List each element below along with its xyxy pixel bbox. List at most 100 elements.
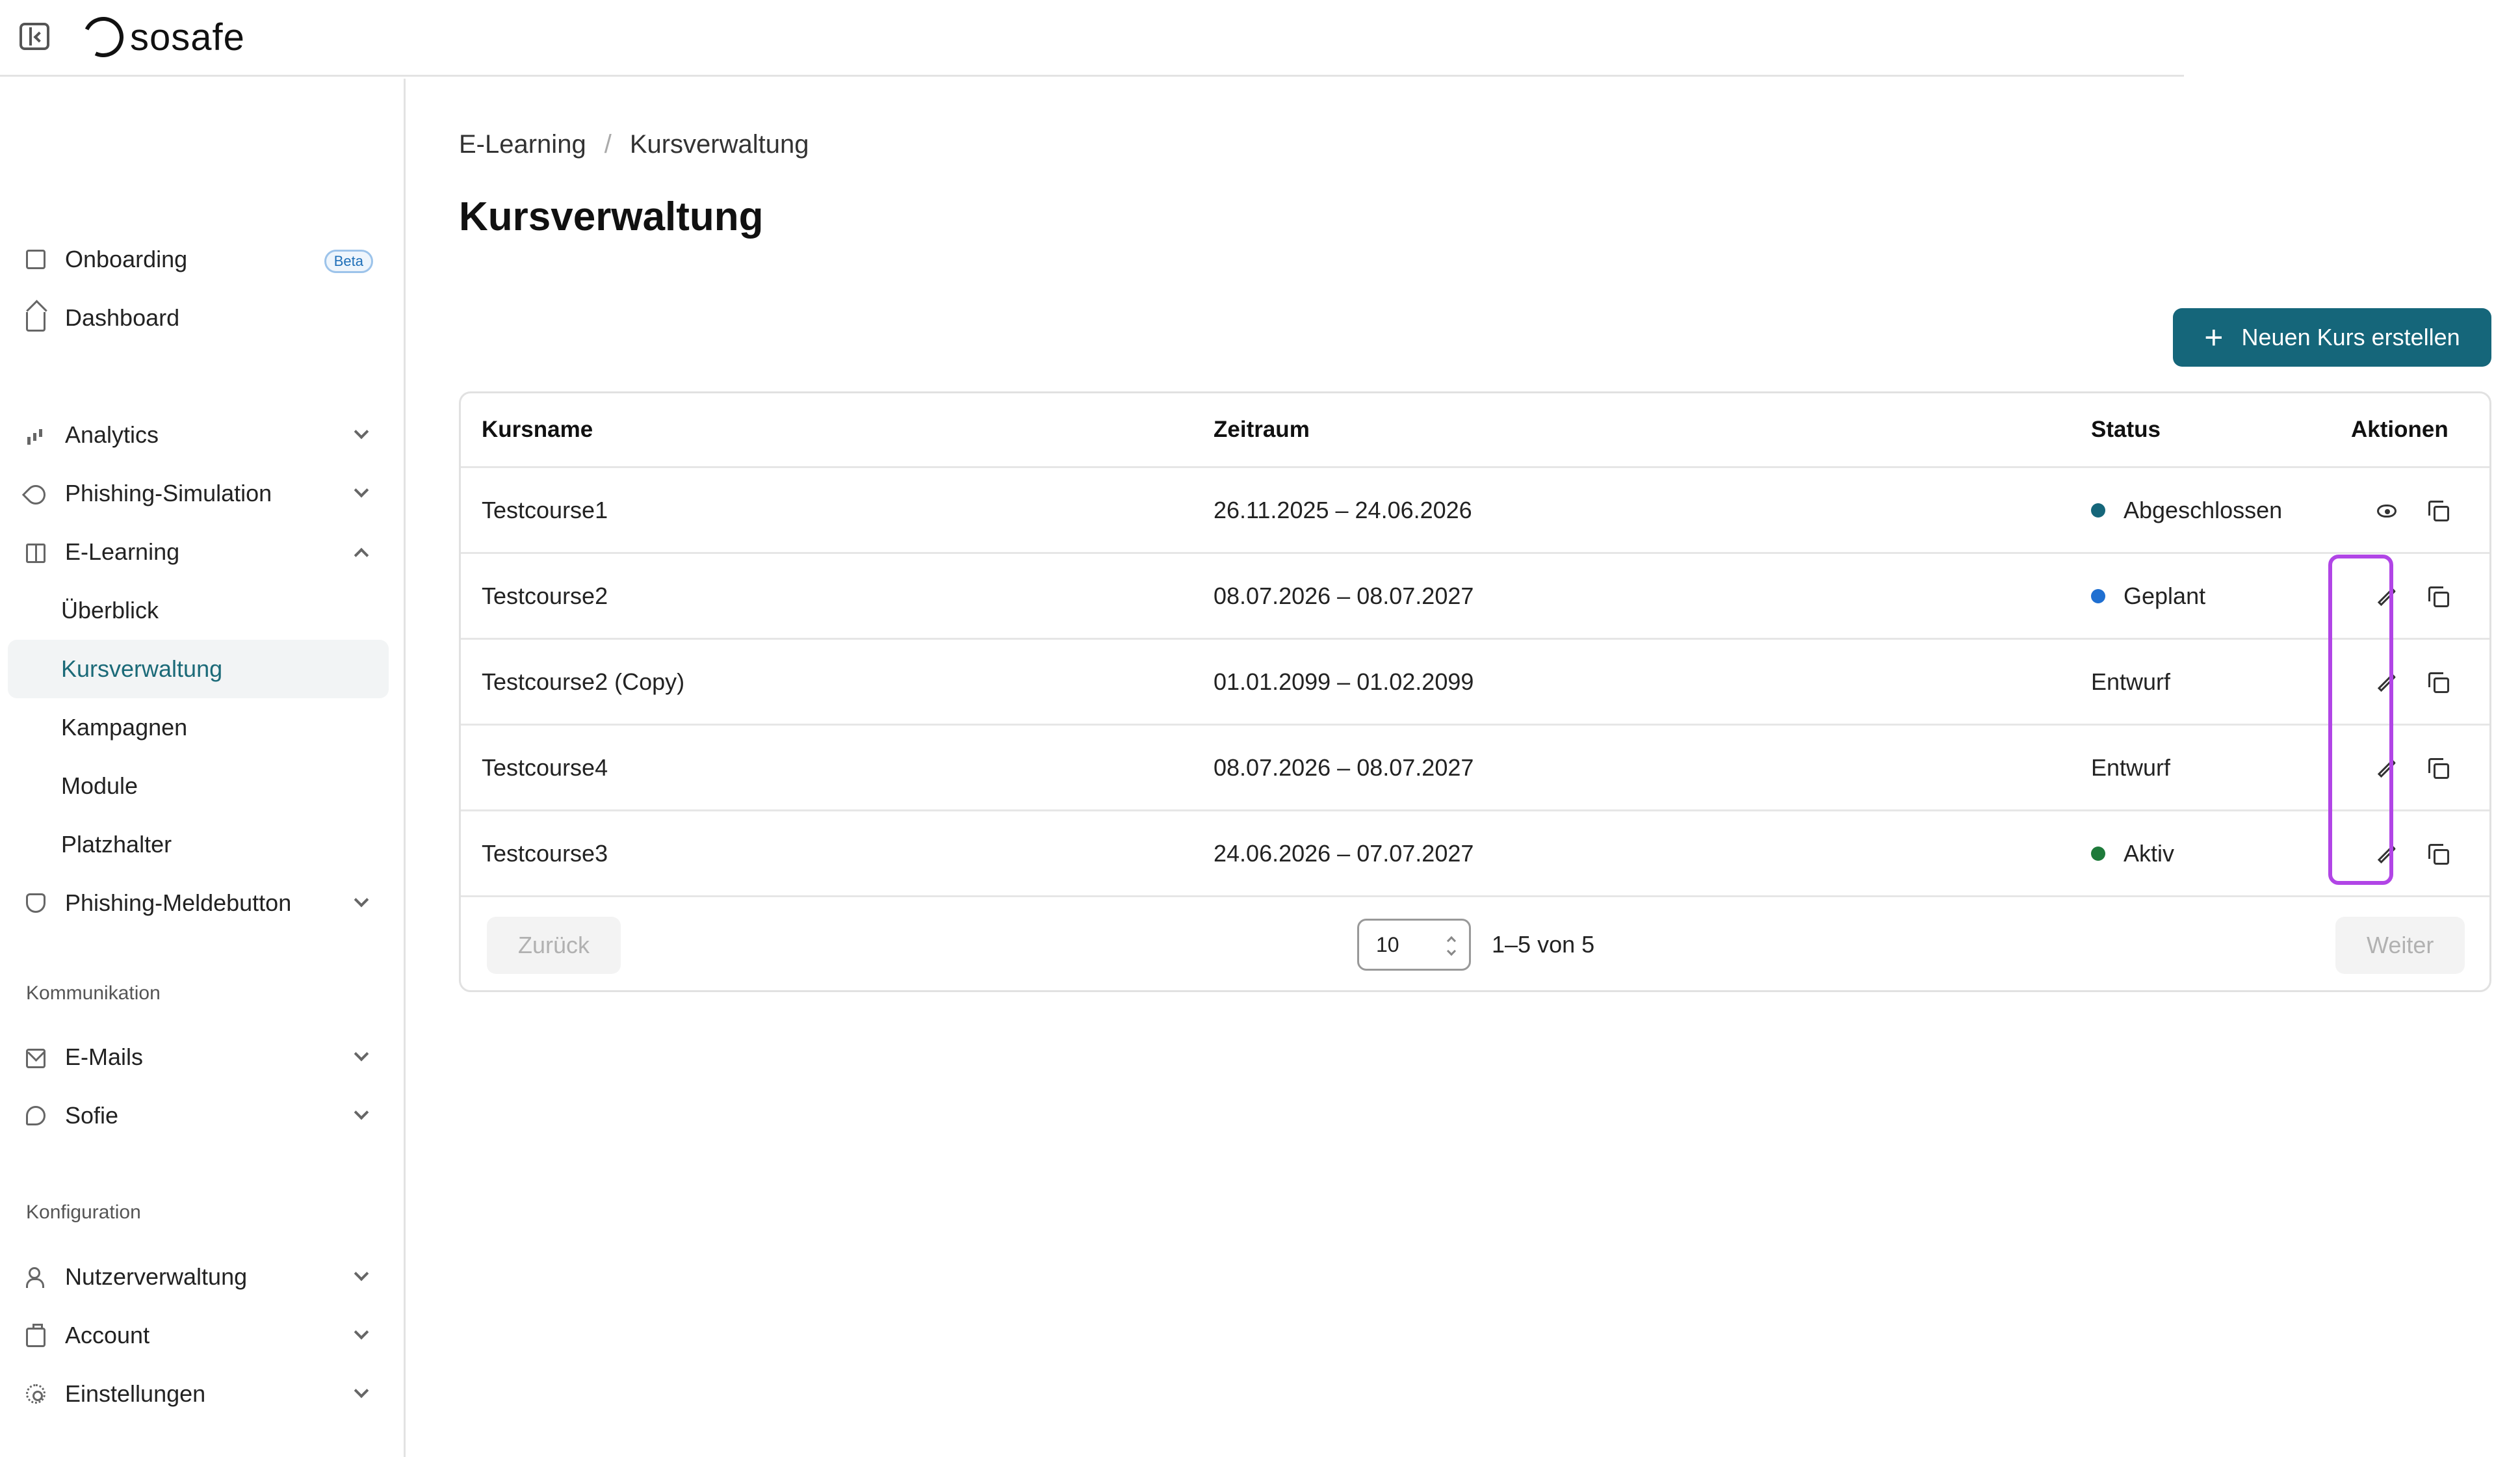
- brand-name: sosafe: [130, 16, 245, 59]
- rocket-icon: [21, 480, 50, 509]
- sidebar-item-onboarding[interactable]: Onboarding Beta: [8, 230, 389, 289]
- table-row: Testcourse2 08.07.2026 – 08.07.2027 Gepl…: [461, 554, 2489, 640]
- course-status: Aktiv: [2091, 811, 2174, 895]
- view-button[interactable]: [2367, 492, 2406, 531]
- pagination: Zurück 10 1–5 von 5 Weiter: [461, 897, 2489, 990]
- bar-chart-icon: [26, 425, 45, 445]
- chevron-down-icon: [354, 1046, 369, 1062]
- top-bar: sosafe: [0, 0, 2184, 77]
- column-header-status: Status: [2091, 417, 2161, 442]
- copy-icon: [2428, 758, 2449, 779]
- sidebar-item-label: Platzhalter: [61, 831, 172, 858]
- course-name: Testcourse4: [482, 754, 608, 781]
- copy-button[interactable]: [2419, 749, 2458, 788]
- page-title: Kursverwaltung: [459, 194, 764, 239]
- sidebar-item-label: Einstellungen: [65, 1380, 206, 1407]
- course-name: Testcourse2 (Copy): [482, 668, 685, 695]
- chevron-down-icon: [354, 892, 369, 908]
- eye-icon: [2377, 505, 2397, 518]
- copy-icon: [2428, 586, 2449, 607]
- status-label: Geplant: [2124, 582, 2206, 609]
- course-range: 08.07.2026 – 08.07.2027: [1214, 754, 1474, 781]
- sidebar-item-e-learning[interactable]: E-Learning: [8, 523, 389, 581]
- breadcrumb-separator: /: [604, 130, 612, 159]
- beta-badge: Beta: [324, 250, 373, 273]
- create-course-button[interactable]: + Neuen Kurs erstellen: [2173, 308, 2491, 367]
- previous-page-button[interactable]: Zurück: [487, 917, 621, 974]
- course-range: 01.01.2099 – 01.02.2099: [1214, 668, 1474, 695]
- brand-logo[interactable]: sosafe: [77, 11, 245, 63]
- shield-icon: [26, 893, 45, 913]
- table-row: Testcourse1 26.11.2025 – 24.06.2026 Abge…: [461, 468, 2489, 554]
- course-name: Testcourse3: [482, 839, 608, 867]
- course-status: Entwurf: [2091, 726, 2170, 809]
- copy-button[interactable]: [2419, 663, 2458, 702]
- table-row: Testcourse3 24.06.2026 – 07.07.2027 Akti…: [461, 811, 2489, 897]
- sidebar-item-label: Module: [61, 772, 138, 799]
- chevron-down-icon: [354, 1324, 369, 1340]
- sidebar-item-label: Überblick: [61, 597, 159, 623]
- column-header-range: Zeitraum: [1214, 417, 1310, 442]
- sidebar-item-label: E-Mails: [65, 1044, 144, 1070]
- sidebar-item-label: Analytics: [65, 421, 159, 448]
- sidebar-item-sofie[interactable]: Sofie: [8, 1086, 389, 1145]
- gear-icon: [26, 1384, 45, 1404]
- course-range: 26.11.2025 – 24.06.2026: [1214, 496, 1472, 523]
- course-range: 08.07.2026 – 08.07.2027: [1214, 582, 1474, 609]
- status-label: Abgeschlossen: [2124, 496, 2283, 523]
- section-label-configuration: Konfiguration: [26, 1201, 141, 1223]
- course-name: Testcourse1: [482, 496, 608, 523]
- sidebar-item-label: Kursverwaltung: [61, 655, 223, 682]
- chevron-down-icon: [354, 424, 369, 440]
- sidebar-item-label: Nutzerverwaltung: [65, 1263, 248, 1290]
- briefcase-icon: [26, 1324, 45, 1347]
- status-dot: [2091, 588, 2105, 603]
- sidebar-item-kursverwaltung[interactable]: Kursverwaltung: [8, 640, 389, 698]
- status-dot: [2091, 503, 2105, 518]
- chevron-down-icon: [354, 1266, 369, 1281]
- sidebar: Onboarding Beta Dashboard Analytics Phis…: [0, 79, 406, 1457]
- copy-icon: [2428, 501, 2449, 521]
- plus-icon: +: [2204, 319, 2224, 356]
- sidebar-item-analytics[interactable]: Analytics: [8, 406, 389, 464]
- sidebar-item-account[interactable]: Account: [8, 1306, 389, 1365]
- table-header-row: Kursname Zeitraum Status Aktionen: [461, 393, 2489, 468]
- sidebar-item-einstellungen[interactable]: Einstellungen: [8, 1365, 389, 1423]
- sidebar-item-phishing-meldebutton[interactable]: Phishing-Meldebutton: [8, 874, 389, 932]
- page-size-select[interactable]: 10: [1357, 919, 1471, 971]
- sidebar-item-platzhalter[interactable]: Platzhalter: [8, 815, 389, 874]
- sidebar-item-phishing-simulation[interactable]: Phishing-Simulation: [8, 464, 389, 523]
- create-course-label: Neuen Kurs erstellen: [2241, 324, 2460, 350]
- status-dot: [2091, 846, 2105, 861]
- sidebar-item-label: Kampagnen: [61, 714, 188, 741]
- sidebar-item-label: Account: [65, 1322, 150, 1348]
- status-label: Entwurf: [2091, 668, 2171, 695]
- copy-button[interactable]: [2419, 835, 2458, 874]
- copy-button[interactable]: [2419, 492, 2458, 531]
- sidebar-item-kampagnen[interactable]: Kampagnen: [8, 698, 389, 757]
- course-range: 24.06.2026 – 07.07.2027: [1214, 839, 1474, 867]
- chevron-up-icon: [354, 547, 369, 563]
- sidebar-item-ueberblick[interactable]: Überblick: [8, 581, 389, 640]
- copy-button[interactable]: [2419, 577, 2458, 616]
- sidebar-toggle-icon[interactable]: [19, 23, 49, 50]
- course-status: Geplant: [2091, 554, 2205, 638]
- sidebar-item-label: Dashboard: [65, 304, 180, 331]
- breadcrumb-parent[interactable]: E-Learning: [459, 130, 586, 159]
- sidebar-item-module[interactable]: Module: [8, 757, 389, 815]
- sidebar-item-label: Onboarding: [65, 246, 188, 272]
- sidebar-item-label: Phishing-Simulation: [65, 480, 272, 506]
- sidebar-item-dashboard[interactable]: Dashboard: [8, 289, 389, 347]
- pagination-range: 1–5 von 5: [1492, 931, 1595, 958]
- home-icon: [26, 312, 45, 332]
- table-row: Testcourse4 08.07.2026 – 08.07.2027 Entw…: [461, 726, 2489, 811]
- users-icon: [26, 1267, 45, 1288]
- sidebar-item-label: Sofie: [65, 1102, 119, 1129]
- mail-icon: [26, 1049, 45, 1068]
- sidebar-item-nutzerverwaltung[interactable]: Nutzerverwaltung: [8, 1248, 389, 1306]
- course-status: Abgeschlossen: [2091, 468, 2282, 552]
- sidebar-item-e-mails[interactable]: E-Mails: [8, 1028, 389, 1086]
- next-page-button[interactable]: Weiter: [2335, 917, 2465, 974]
- course-status: Entwurf: [2091, 640, 2170, 724]
- column-header-name: Kursname: [482, 417, 593, 442]
